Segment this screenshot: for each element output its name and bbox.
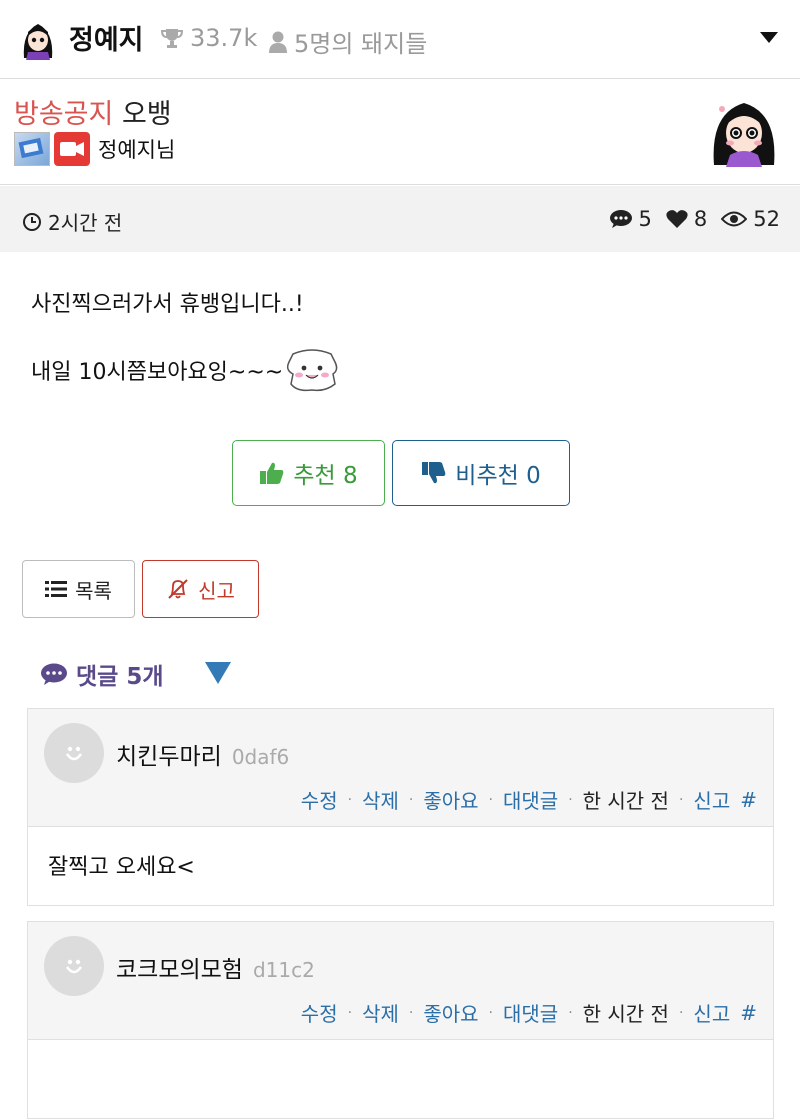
- edit-link[interactable]: 수정: [301, 998, 338, 1027]
- comment-card: 코크모의모험 d11c2 수정 · 삭제 · 좋아요 · 대댓글 · 한 시간 전 · 신고…: [27, 921, 774, 1119]
- like-count: 8: [666, 207, 707, 231]
- smile-icon: [65, 959, 83, 974]
- like-link[interactable]: 좋아요: [423, 785, 478, 814]
- comment-time: 한 시간 전: [582, 789, 669, 813]
- like-link[interactable]: 좋아요: [423, 998, 478, 1027]
- level-badge-icon: [14, 132, 50, 166]
- trophy-icon: [160, 29, 184, 48]
- reply-link[interactable]: 대댓글: [503, 998, 558, 1027]
- fan-stat: 5명의 돼지들: [268, 24, 427, 59]
- fan-count: 5명의 돼지들: [294, 30, 428, 58]
- trophy-stat: 33.7k: [160, 24, 257, 52]
- comment-report-link[interactable]: 신고: [693, 785, 730, 814]
- comment-text: 잘찍고 오세요<: [48, 855, 195, 880]
- post-meta: 2시간 전 5 8 52: [0, 186, 800, 252]
- comment-header: 코크모의모험 d11c2 수정 · 삭제 · 좋아요 · 대댓글 · 한 시간 전 · 신고…: [28, 922, 773, 1040]
- post-time: 2시간 전: [22, 207, 122, 236]
- delete-link[interactable]: 삭제: [362, 785, 399, 814]
- report-button[interactable]: 신고: [142, 560, 259, 618]
- streamer-name[interactable]: 정예지: [69, 18, 144, 57]
- comment-icon: [609, 210, 632, 228]
- reply-link[interactable]: 대댓글: [503, 785, 558, 814]
- user-icon: [269, 31, 287, 53]
- list-icon: [45, 581, 68, 597]
- comments-header: 댓글 5개: [40, 657, 164, 691]
- eye-icon: [721, 211, 748, 227]
- post-body: 사진찍으러가서 휴뱅입니다..! 내일 10시쯤보아요잉~~~ 추천 8 비추천…: [0, 252, 800, 547]
- bell-slash-icon: [168, 579, 188, 599]
- post-title-text: 오뱅: [121, 99, 172, 130]
- camera-badge-icon: [54, 132, 90, 166]
- delete-link[interactable]: 삭제: [362, 998, 399, 1027]
- comment-actions: 수정 · 삭제 · 좋아요 · 대댓글 · 한 시간 전 · 신고 #: [301, 785, 757, 814]
- emoticon-icon: [287, 349, 338, 392]
- author-name[interactable]: 정예지님: [98, 134, 175, 164]
- trophy-count: 33.7k: [190, 24, 258, 52]
- clock-icon: [23, 212, 41, 231]
- top-header: 정예지 33.7k 5명의 돼지들: [0, 0, 800, 79]
- post-counts: 5 8 52: [609, 207, 780, 231]
- author-avatar[interactable]: [708, 95, 780, 167]
- post-title: 방송공지 오뱅: [14, 92, 172, 131]
- comment-permalink[interactable]: #: [740, 788, 757, 812]
- caret-down-icon[interactable]: [760, 32, 778, 43]
- upvote-button[interactable]: 추천 8: [232, 440, 385, 506]
- comment-avatar: [44, 936, 104, 996]
- edit-link[interactable]: 수정: [301, 785, 338, 814]
- comments-toggle-icon[interactable]: [205, 662, 231, 684]
- thumbs-up-icon: [260, 462, 284, 484]
- comment-author: 치킨두마리 0daf6: [116, 744, 290, 770]
- comment-time: 한 시간 전: [582, 1002, 669, 1026]
- comment-permalink[interactable]: #: [740, 1001, 757, 1025]
- comment-author: 코크모의모험 d11c2: [116, 957, 315, 983]
- author-row: 정예지님: [14, 132, 175, 166]
- post-header: 방송공지 오뱅 정예지님: [0, 80, 800, 185]
- streamer-avatar[interactable]: [18, 18, 58, 60]
- smile-icon: [65, 746, 83, 761]
- comment-count: 5: [609, 207, 652, 231]
- thumbs-down-icon: [422, 462, 446, 484]
- post-time-text: 2시간 전: [48, 211, 123, 235]
- comment-header: 치킨두마리 0daf6 수정 · 삭제 · 좋아요 · 대댓글 · 한 시간 전 · 신고 …: [28, 709, 773, 827]
- comments-icon: [41, 663, 67, 685]
- heart-icon: [666, 210, 688, 228]
- downvote-button[interactable]: 비추천 0: [392, 440, 570, 506]
- comment-actions: 수정 · 삭제 · 좋아요 · 대댓글 · 한 시간 전 · 신고 #: [301, 998, 757, 1027]
- comment-card: 치킨두마리 0daf6 수정 · 삭제 · 좋아요 · 대댓글 · 한 시간 전 · 신고 …: [27, 708, 774, 906]
- comment-avatar: [44, 723, 104, 783]
- view-count: 52: [721, 207, 780, 231]
- comment-text: [28, 1040, 773, 1118]
- post-category[interactable]: 방송공지: [14, 99, 113, 130]
- post-line-1: 사진찍으러가서 휴뱅입니다..!: [31, 292, 304, 317]
- comments-title: 댓글 5개: [76, 664, 164, 690]
- post-line-2: 내일 10시쯤보아요잉~~~: [31, 348, 339, 392]
- comment-report-link[interactable]: 신고: [693, 998, 730, 1027]
- comment-id: d11c2: [252, 958, 315, 982]
- list-button[interactable]: 목록: [22, 560, 135, 618]
- comment-id: 0daf6: [231, 745, 290, 769]
